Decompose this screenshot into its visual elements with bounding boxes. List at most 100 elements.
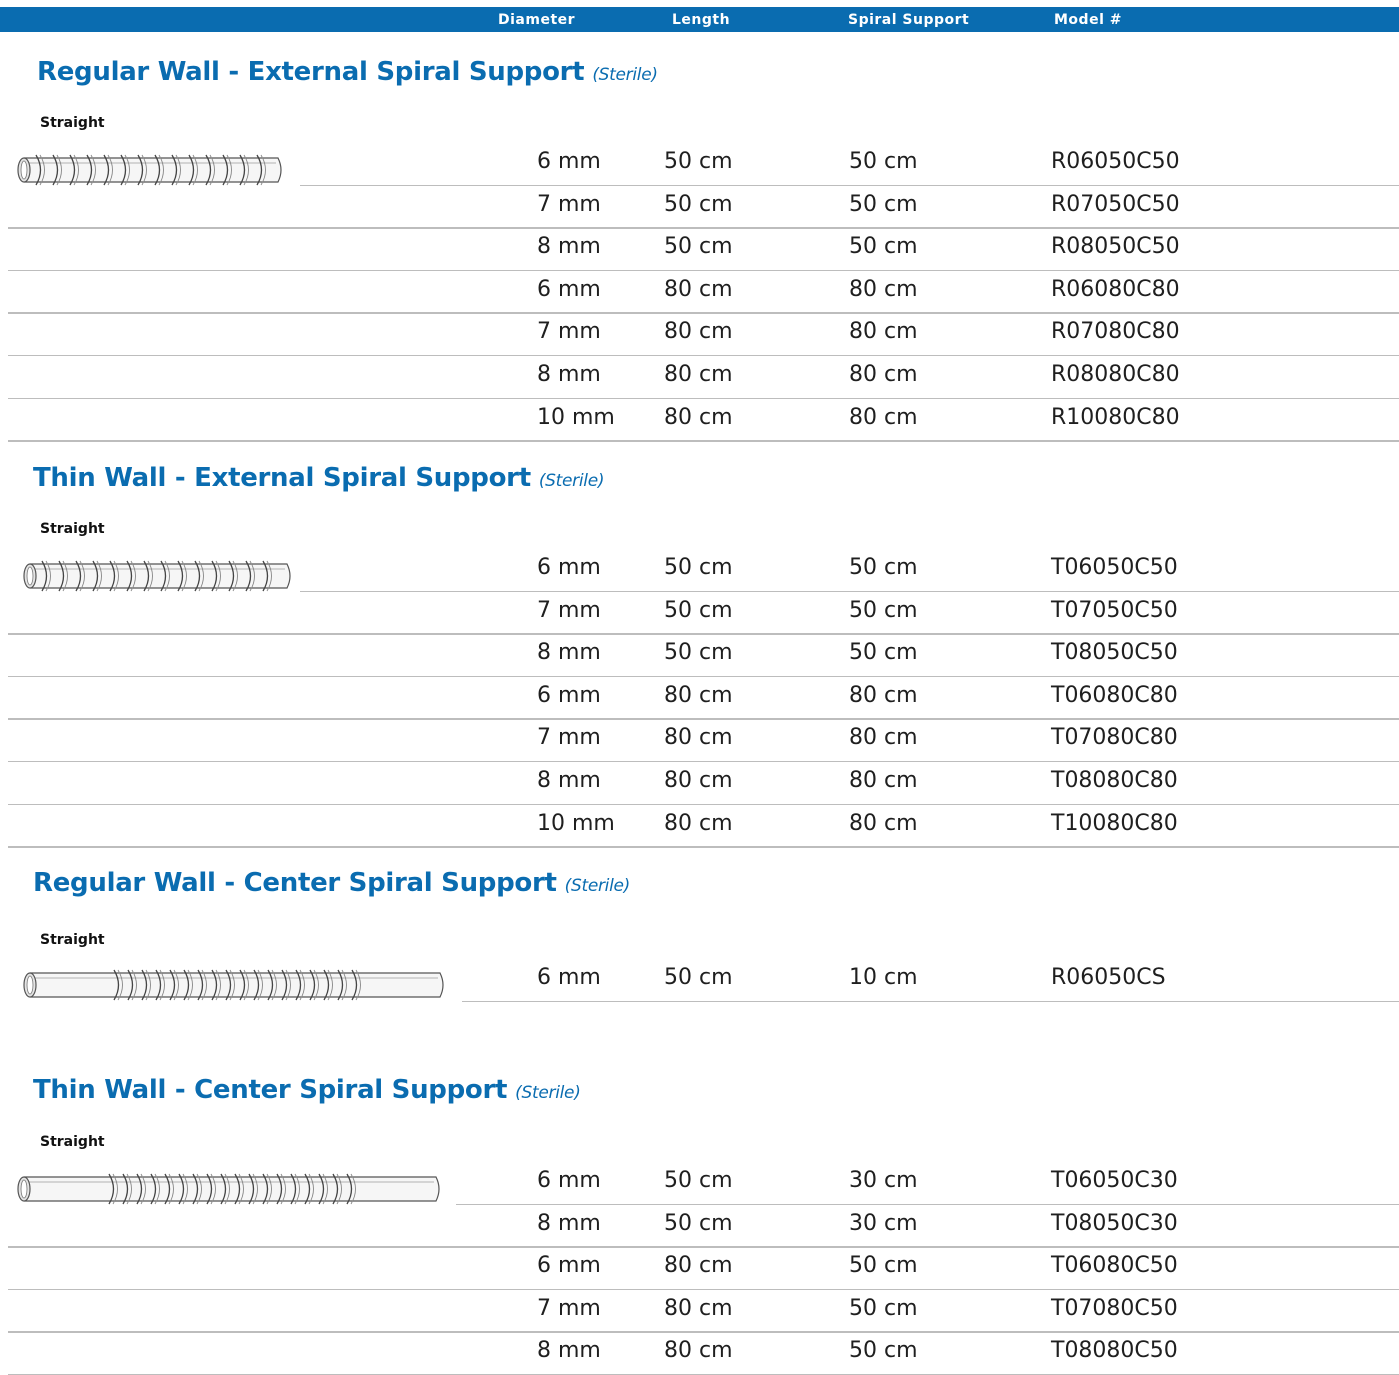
diameter-cell: 10 mm bbox=[537, 404, 615, 430]
diameter-cell: 6 mm bbox=[537, 682, 601, 708]
length-cell: 50 cm bbox=[664, 149, 733, 174]
sterile-note: (Sterile) bbox=[538, 471, 605, 491]
length-cell: 50 cm bbox=[664, 1210, 733, 1236]
table-row: 6 mm 80 cm 50 cm T06080C50 bbox=[0, 1247, 1399, 1291]
section-title: Thin Wall - Center Spiral Support (Steril… bbox=[33, 1075, 581, 1105]
style-label: Straight bbox=[40, 521, 105, 537]
spiral-support-cell: 80 cm bbox=[849, 404, 918, 430]
spiral-support-cell: 50 cm bbox=[849, 234, 918, 260]
spiral-support-cell: 80 cm bbox=[849, 810, 918, 836]
table-row: 6 mm 80 cm 80 cm R06080C80 bbox=[0, 271, 1399, 314]
section-title-text: Regular Wall - External Spiral Support bbox=[37, 57, 585, 87]
spiral-support-cell: 30 cm bbox=[849, 1210, 918, 1236]
diameter-cell: 8 mm bbox=[537, 640, 601, 666]
spiral-support-cell: 80 cm bbox=[849, 768, 918, 793]
table-row: 6 mm 50 cm 10 cm R06050CS bbox=[0, 959, 1399, 1002]
length-cell: 80 cm bbox=[664, 362, 733, 387]
model-number-cell: T06080C50 bbox=[1051, 1253, 1178, 1279]
length-cell: 50 cm bbox=[664, 640, 733, 666]
sterile-note: (Sterile) bbox=[515, 1083, 581, 1103]
length-cell: 80 cm bbox=[664, 768, 733, 793]
spiral-support-cell: 80 cm bbox=[849, 276, 918, 302]
spiral-support-cell: 50 cm bbox=[849, 1253, 918, 1279]
table-row: 6 mm 80 cm 80 cm T06080C80 bbox=[0, 677, 1399, 720]
diameter-cell: 6 mm bbox=[537, 1253, 601, 1279]
diameter-cell: 8 mm bbox=[537, 1210, 601, 1236]
length-cell: 80 cm bbox=[664, 1338, 733, 1364]
section-title: Regular Wall - External Spiral Support (S… bbox=[37, 57, 658, 87]
header-model: Model # bbox=[1054, 12, 1122, 28]
model-number-cell: R06050C50 bbox=[1051, 149, 1180, 174]
spiral-support-cell: 80 cm bbox=[849, 362, 918, 387]
model-number-cell: T06050C50 bbox=[1051, 555, 1178, 580]
table-row: 7 mm 80 cm 50 cm T07080C50 bbox=[0, 1290, 1399, 1333]
length-cell: 80 cm bbox=[664, 1295, 733, 1321]
model-number-cell: T10080C80 bbox=[1051, 810, 1178, 836]
diameter-cell: 7 mm bbox=[537, 191, 601, 217]
diameter-cell: 10 mm bbox=[537, 810, 615, 836]
length-cell: 50 cm bbox=[664, 1168, 733, 1193]
style-label: Straight bbox=[40, 1134, 105, 1150]
diameter-cell: 7 mm bbox=[537, 597, 601, 623]
section-title: Regular Wall - Center Spiral Support (Ste… bbox=[33, 868, 630, 898]
table-row: 8 mm 50 cm 50 cm R08050C50 bbox=[0, 228, 1399, 272]
model-number-cell: R08050C50 bbox=[1051, 234, 1180, 260]
length-cell: 80 cm bbox=[664, 810, 733, 836]
model-number-cell: T08080C80 bbox=[1051, 768, 1178, 793]
spiral-support-cell: 30 cm bbox=[849, 1168, 918, 1193]
header-length: Length bbox=[672, 12, 731, 28]
model-number-cell: T06080C80 bbox=[1051, 682, 1178, 708]
spiral-support-cell: 50 cm bbox=[849, 149, 918, 174]
spiral-support-cell: 50 cm bbox=[849, 555, 918, 580]
length-cell: 50 cm bbox=[664, 234, 733, 260]
length-cell: 80 cm bbox=[664, 1253, 733, 1279]
section-title-text: Thin Wall - External Spiral Support bbox=[33, 463, 531, 493]
spiral-support-cell: 80 cm bbox=[849, 319, 918, 345]
table-row: 8 mm 50 cm 50 cm T08050C50 bbox=[0, 634, 1399, 678]
section-title-text: Thin Wall - Center Spiral Support bbox=[33, 1075, 508, 1105]
model-number-cell: T08050C50 bbox=[1051, 640, 1178, 666]
spiral-support-cell: 50 cm bbox=[849, 640, 918, 666]
table-row: 10 mm 80 cm 80 cm T10080C80 bbox=[0, 805, 1399, 848]
row-divider bbox=[462, 1000, 1399, 1002]
section-title-text: Regular Wall - Center Spiral Support bbox=[33, 868, 557, 898]
row-divider bbox=[8, 846, 1399, 848]
length-cell: 50 cm bbox=[664, 555, 733, 580]
length-cell: 80 cm bbox=[664, 276, 733, 302]
length-cell: 80 cm bbox=[664, 404, 733, 430]
model-number-cell: T07080C50 bbox=[1051, 1295, 1178, 1321]
sterile-note: (Sterile) bbox=[592, 65, 658, 85]
spiral-support-cell: 10 cm bbox=[849, 965, 918, 990]
section-title: Thin Wall - External Spiral Support (Ster… bbox=[33, 463, 605, 493]
spiral-support-cell: 50 cm bbox=[849, 191, 918, 217]
table-row: 7 mm 80 cm 80 cm R07080C80 bbox=[0, 313, 1399, 357]
model-number-cell: T08050C30 bbox=[1051, 1210, 1178, 1236]
diameter-cell: 6 mm bbox=[537, 276, 601, 302]
length-cell: 80 cm bbox=[664, 725, 733, 751]
diameter-cell: 6 mm bbox=[537, 1168, 601, 1193]
table-row: 7 mm 50 cm 50 cm T07050C50 bbox=[0, 592, 1399, 635]
table-row: 6 mm 50 cm 50 cm T06050C50 bbox=[0, 549, 1399, 592]
header-diameter: Diameter bbox=[498, 12, 576, 28]
sterile-note: (Sterile) bbox=[564, 876, 631, 896]
spiral-support-cell: 80 cm bbox=[849, 682, 918, 708]
diameter-cell: 8 mm bbox=[537, 1338, 601, 1364]
length-cell: 50 cm bbox=[664, 597, 733, 623]
length-cell: 80 cm bbox=[664, 682, 733, 708]
header-spiral-support: Spiral Support bbox=[848, 12, 970, 28]
spiral-support-cell: 50 cm bbox=[849, 1295, 918, 1321]
model-number-cell: T07080C80 bbox=[1051, 725, 1178, 751]
spiral-support-cell: 80 cm bbox=[849, 725, 918, 751]
row-divider bbox=[8, 440, 1399, 442]
diameter-cell: 8 mm bbox=[537, 234, 601, 260]
diameter-cell: 7 mm bbox=[537, 319, 601, 345]
table-row: 7 mm 50 cm 50 cm R07050C50 bbox=[0, 186, 1399, 229]
style-label: Straight bbox=[40, 932, 105, 948]
spiral-support-cell: 50 cm bbox=[849, 1338, 918, 1364]
table-row: 7 mm 80 cm 80 cm T07080C80 bbox=[0, 719, 1399, 763]
column-header-bar: Diameter Length Spiral Support Model # bbox=[0, 7, 1399, 32]
table-row: 8 mm 50 cm 30 cm T08050C30 bbox=[0, 1205, 1399, 1248]
table-row: 8 mm 80 cm 80 cm R08080C80 bbox=[0, 356, 1399, 399]
diameter-cell: 8 mm bbox=[537, 768, 601, 793]
length-cell: 50 cm bbox=[664, 965, 733, 990]
